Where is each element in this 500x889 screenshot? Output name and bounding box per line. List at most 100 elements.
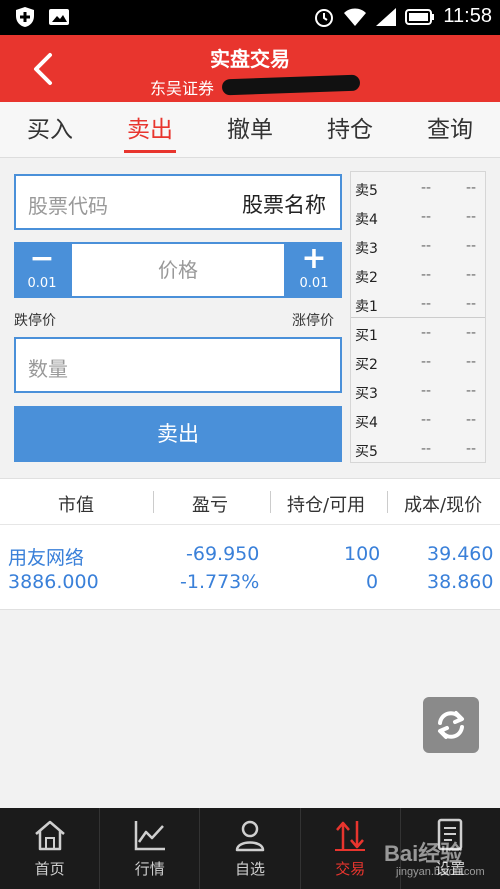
tab-query[interactable]: 查询: [400, 102, 500, 157]
header-profit: 盈亏: [192, 495, 228, 516]
level-price: --: [421, 325, 432, 341]
level-price: --: [421, 238, 432, 254]
header-holding: 持仓/可用: [287, 495, 366, 516]
refresh-button[interactable]: [423, 697, 479, 753]
profit-percent: -1.773%: [180, 571, 260, 593]
minus-icon: −: [29, 241, 55, 276]
nav-market[interactable]: 行情: [99, 808, 199, 889]
image-icon: [49, 9, 69, 25]
level-label: 卖5: [355, 183, 378, 199]
tab-cancel[interactable]: 撤单: [200, 102, 300, 157]
watermark-url: jingyan.baidu.com: [396, 866, 485, 878]
current-price: 38.860: [427, 571, 494, 593]
level-price: --: [421, 267, 432, 283]
book-divider: [351, 317, 485, 318]
order-book-row: 卖4 -- --: [351, 203, 485, 232]
level-volume: --: [466, 354, 477, 370]
account-redaction: [221, 74, 361, 96]
limit-up-label: 涨停价: [292, 313, 334, 329]
cost-price: 39.460: [427, 543, 494, 565]
level-label: 买1: [355, 328, 378, 344]
level-price: --: [421, 354, 432, 370]
price-decrease-button[interactable]: − 0.01: [14, 242, 70, 298]
home-icon: [34, 820, 65, 851]
order-book-row: 买4 -- --: [351, 406, 485, 435]
limit-down-label: 跌停价: [14, 313, 56, 329]
quantity-input[interactable]: 数量: [14, 337, 342, 393]
level-volume: --: [466, 238, 477, 254]
order-book-row: 买5 -- --: [351, 435, 485, 464]
nav-home[interactable]: 首页: [0, 808, 99, 889]
price-stepper: − 0.01 价格 + 0.01: [14, 242, 342, 298]
order-book-row: 买1 -- --: [351, 319, 485, 348]
nav-home-label: 首页: [34, 860, 65, 878]
level-label: 买2: [355, 357, 378, 373]
order-book-row: 卖2 -- --: [351, 261, 485, 290]
price-input[interactable]: 价格: [72, 244, 284, 296]
watermark: Bai经验: [384, 841, 463, 866]
trade-tabs: 买入 卖出 撤单 持仓 查询: [0, 102, 500, 158]
header-cost-price: 成本/现价: [404, 495, 483, 516]
level-volume: --: [466, 209, 477, 225]
level-label: 买4: [355, 415, 378, 431]
level-price: --: [421, 180, 432, 196]
level-volume: --: [466, 296, 477, 312]
order-book: 卖5 -- -- 卖4 -- -- 卖3 -- -- 卖2 -- -- 卖1 -…: [350, 171, 486, 463]
stock-code-placeholder: 股票代码: [28, 194, 108, 218]
level-price: --: [421, 383, 432, 399]
battery-icon: [405, 8, 435, 25]
tab-sell[interactable]: 卖出: [100, 102, 200, 157]
user-icon: [235, 820, 265, 852]
header-separator: [153, 491, 154, 513]
shield-icon: [16, 7, 34, 27]
tab-buy[interactable]: 买入: [0, 102, 100, 157]
level-volume: --: [466, 383, 477, 399]
refresh-icon: [438, 711, 464, 739]
quantity-placeholder: 数量: [28, 357, 68, 381]
sell-button[interactable]: 卖出: [14, 406, 342, 462]
stock-name-label: 股票名称: [242, 193, 326, 217]
order-book-row: 卖1 -- --: [351, 290, 485, 319]
header-market-value: 市值: [58, 495, 94, 516]
header-separator: [387, 491, 388, 513]
nav-watchlist[interactable]: 自选: [199, 808, 299, 889]
signal-icon: [376, 7, 397, 26]
stock-code-input[interactable]: 股票代码 股票名称: [14, 174, 342, 230]
plus-icon: +: [301, 241, 327, 276]
level-price: --: [421, 296, 432, 312]
order-book-row: 卖5 -- --: [351, 174, 485, 203]
holding: 100: [344, 543, 381, 565]
decrease-step: 0.01: [27, 276, 57, 291]
status-bar: 11:58: [0, 0, 500, 35]
level-label: 卖4: [355, 212, 378, 228]
level-price: --: [421, 441, 432, 457]
level-label: 买5: [355, 444, 378, 460]
order-book-row: 买2 -- --: [351, 348, 485, 377]
header-separator: [270, 491, 271, 513]
broker-name: 东吴证券: [150, 79, 215, 98]
page-title: 实盘交易: [210, 47, 290, 71]
wifi-icon: [344, 8, 367, 26]
alarm-icon: [315, 8, 334, 27]
profit: -69.950: [186, 543, 260, 565]
app-header: 实盘交易 东吴证券: [0, 35, 500, 102]
level-label: 卖1: [355, 299, 378, 315]
price-increase-button[interactable]: + 0.01: [286, 242, 342, 298]
level-price: --: [421, 209, 432, 225]
level-label: 卖2: [355, 270, 378, 286]
level-label: 卖3: [355, 241, 378, 257]
nav-watchlist-label: 自选: [235, 860, 266, 878]
level-volume: --: [466, 441, 477, 457]
market-value: 3886.000: [8, 571, 99, 593]
level-volume: --: [466, 180, 477, 196]
available: 0: [366, 571, 379, 593]
trade-icon: [335, 821, 366, 851]
order-book-row: 卖3 -- --: [351, 232, 485, 261]
positions-table: 市值 盈亏 持仓/可用 成本/现价 用友网络 3886.000 -69.950 …: [0, 478, 500, 610]
level-label: 买3: [355, 386, 378, 402]
level-price: --: [421, 412, 432, 428]
level-volume: --: [466, 267, 477, 283]
increase-step: 0.01: [299, 276, 329, 291]
tab-positions[interactable]: 持仓: [300, 102, 400, 157]
stock-name: 用友网络: [8, 547, 85, 569]
